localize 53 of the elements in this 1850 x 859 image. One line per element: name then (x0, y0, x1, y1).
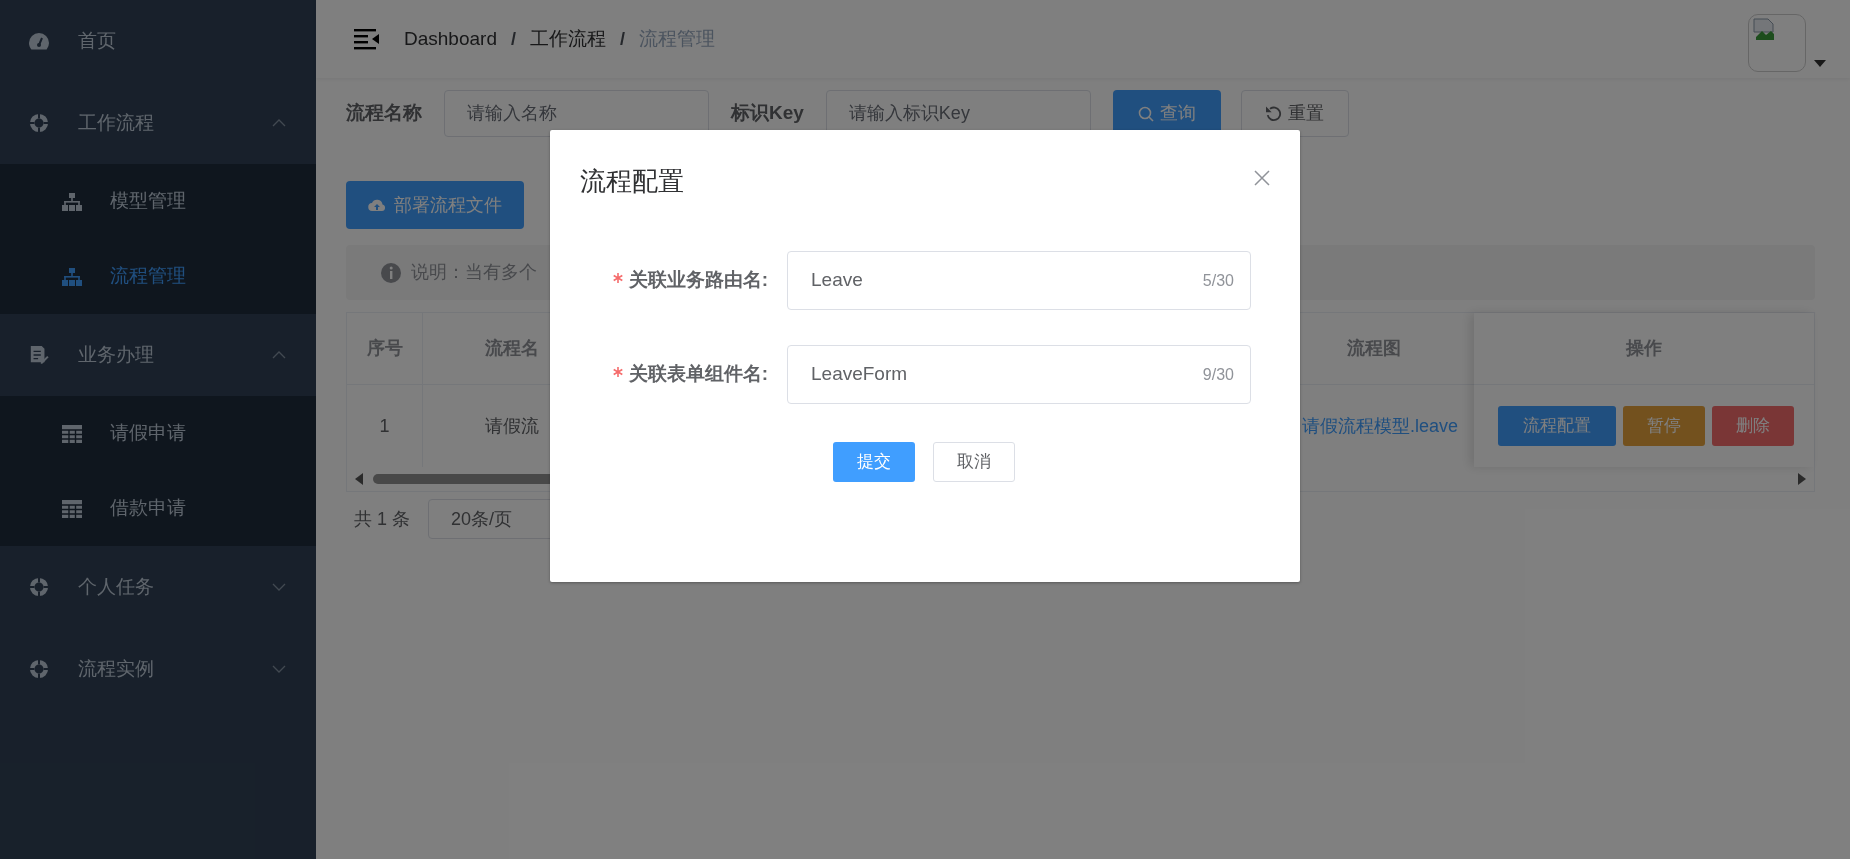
submenu-item[interactable]: 请假申请 (0, 396, 316, 471)
menu-item[interactable]: 流程实例 (0, 628, 316, 710)
breadcrumb-separator: / (619, 27, 625, 51)
character-count: 5/30 (1202, 270, 1234, 291)
lifebuoy-icon (28, 577, 50, 597)
broken-image-icon (1751, 17, 1777, 43)
table-cell-text: 请假流 (485, 414, 539, 438)
lifebuoy-icon (28, 659, 50, 679)
action-button[interactable]: 暂停 (1623, 406, 1705, 446)
total-count: 共 1 条 (354, 507, 410, 531)
submenu-item[interactable]: 借款申请 (0, 471, 316, 546)
file-link[interactable]: 请假流程模型.leave (1302, 412, 1459, 440)
menu-item[interactable]: 首页 (0, 0, 316, 82)
menu-fold-icon[interactable] (354, 28, 380, 50)
cloud-upload-icon (368, 198, 386, 212)
menu-item[interactable]: 个人任务 (0, 546, 316, 628)
reset-button[interactable]: 重置 (1240, 90, 1349, 137)
table-cell-text: 1 (379, 414, 390, 438)
search-icon (1137, 105, 1154, 122)
breadcrumb-link[interactable]: Dashboard (404, 24, 497, 54)
input-field[interactable]: Leave 5/30 (787, 251, 1251, 310)
menu-item[interactable]: 工作流程 (0, 82, 316, 164)
document-edit-icon (28, 345, 50, 365)
lifebuoy-icon (28, 113, 50, 133)
caret-down-icon[interactable] (1814, 60, 1826, 68)
deploy-button[interactable]: 部署流程文件 (346, 181, 524, 229)
field-label: 流程名称 (346, 101, 422, 126)
submenu-item[interactable]: 模型管理 (0, 164, 316, 239)
cancel-button[interactable]: 取消 (933, 442, 1015, 482)
close-icon (1254, 170, 1270, 186)
dialog-title: 流程配置 (580, 165, 684, 198)
scroll-left-icon (355, 473, 363, 485)
breadcrumb-separator: / (510, 27, 516, 51)
breadcrumb-link[interactable]: 工作流程 (529, 24, 606, 54)
field-label: 关联业务路由名: (628, 268, 768, 293)
submit-button[interactable]: 提交 (833, 442, 915, 482)
action-button[interactable]: 删除 (1712, 406, 1794, 446)
scroll-right-icon (1798, 473, 1806, 485)
menu-item[interactable]: 业务办理 (0, 314, 316, 396)
action-button[interactable]: 流程配置 (1498, 406, 1616, 446)
input-field[interactable]: LeaveForm 9/30 (787, 345, 1251, 404)
field-label: 关联表单组件名: (628, 362, 768, 387)
avatar-image[interactable] (1748, 14, 1806, 72)
table-icon (62, 499, 82, 518)
table-icon (62, 424, 82, 443)
submenu-item[interactable]: 流程管理 (0, 239, 316, 314)
field-label: 标识Key (731, 101, 804, 126)
sitemap-icon (62, 267, 82, 286)
refresh-icon (1265, 105, 1282, 122)
gauge-icon (28, 31, 50, 51)
character-count: 9/30 (1202, 364, 1234, 385)
sitemap-icon (62, 192, 82, 211)
info-icon (381, 262, 401, 283)
